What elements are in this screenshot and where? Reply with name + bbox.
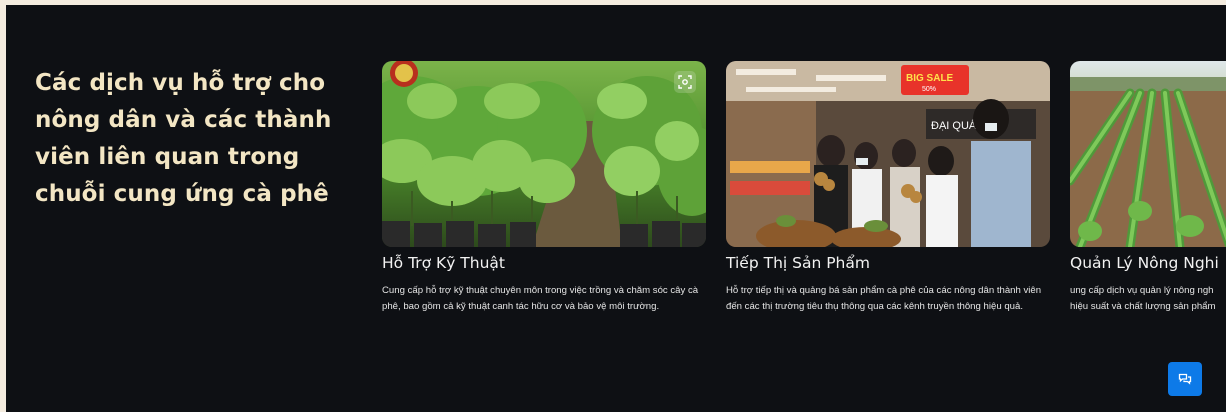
- sale-sign-sub: 50%: [922, 86, 936, 93]
- services-section: Các dịch vụ hỗ trợ cho nông dân và các t…: [6, 5, 1226, 412]
- card-description: Cung cấp hỗ trợ kỹ thuật chuyên môn tron…: [382, 285, 699, 312]
- service-card-technical-support[interactable]: Hỗ Trợ Kỹ Thuật Cung cấp hỗ trợ kỹ thuật…: [382, 61, 706, 314]
- card-title: Tiếp Thị Sản Phẩm: [726, 254, 870, 272]
- scan-icon[interactable]: [674, 71, 696, 93]
- sale-sign-text: BIG SALE: [906, 73, 954, 84]
- card-title: Quản Lý Nông Nghi: [1070, 254, 1219, 272]
- card-description-line: ung cấp dịch vụ quản lý nông ngh: [1070, 285, 1214, 296]
- card-image-supermarket: ĐẠI QUÁ V BIG SALE 50%: [726, 61, 1050, 247]
- card-title: Hỗ Trợ Kỹ Thuật: [382, 254, 505, 272]
- card-image-field: [1070, 61, 1226, 247]
- card-image-seedlings: [382, 61, 706, 247]
- card-description-line: hiệu suất và chất lượng sản phẩm: [1070, 300, 1216, 312]
- card-description: ung cấp dịch vụ quản lý nông ngh hiệu su…: [1070, 283, 1226, 314]
- service-card-product-marketing[interactable]: ĐẠI QUÁ V BIG SALE 50% Tiếp Thị Sản Phẩm…: [726, 61, 1050, 314]
- chat-icon: [1178, 373, 1192, 385]
- card-description: Hỗ trợ tiếp thị và quảng bá sản phẩm cà …: [726, 285, 1042, 312]
- chat-button[interactable]: [1168, 362, 1202, 396]
- service-card-farm-management[interactable]: Quản Lý Nông Nghi ung cấp dịch vụ quản l…: [1070, 61, 1226, 314]
- section-heading: Các dịch vụ hỗ trợ cho nông dân và các t…: [35, 70, 332, 207]
